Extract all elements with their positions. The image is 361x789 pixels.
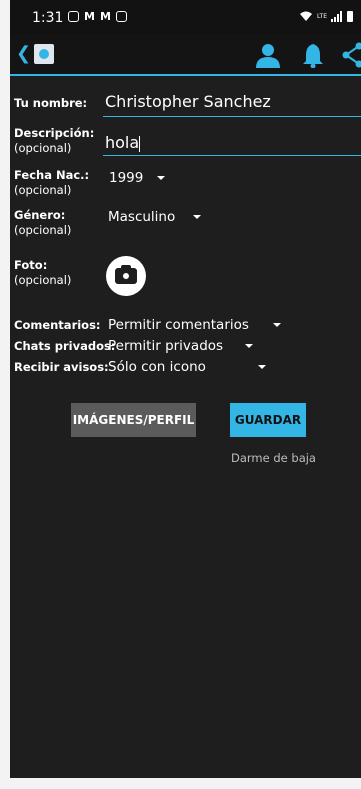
dropdown-caret-icon [272, 323, 281, 327]
gmail-icon: M [84, 10, 95, 23]
dropdown-caret-icon [245, 344, 254, 348]
dropdown-caret-icon [193, 215, 202, 219]
private-chats-label: Chats privados: [14, 339, 116, 353]
back-arrow-icon[interactable]: ❮ [16, 43, 31, 64]
comments-dropdown[interactable]: Permitir comentarios [108, 317, 281, 333]
profile-icon[interactable] [254, 42, 282, 68]
signal-icon [331, 11, 342, 22]
private-chats-dropdown[interactable]: Permitir privados [108, 338, 254, 354]
name-label: Tu nombre: [14, 96, 88, 110]
app-logo-icon [34, 44, 54, 64]
save-button[interactable]: GUARDAR [230, 403, 306, 437]
battery-icon [347, 11, 353, 22]
gender-label: Género: (opcional) [14, 208, 72, 237]
birth-year-dropdown[interactable]: 1999 [109, 170, 166, 186]
dropdown-caret-icon [257, 365, 266, 369]
image-icon [115, 11, 127, 22]
share-icon[interactable] [341, 42, 361, 68]
notifications-label: Recibir avisos: [14, 360, 109, 374]
birth-date-label: Fecha Nac.: (opcional) [14, 168, 90, 197]
description-label: Descripción: (opcional) [14, 126, 95, 155]
description-input-underline [103, 155, 361, 156]
comments-label: Comentarios: [14, 318, 101, 332]
wifi-icon [300, 11, 313, 21]
name-input-underline [103, 116, 361, 117]
unsubscribe-link[interactable]: Darme de baja [231, 451, 316, 465]
notification-icons: M M [68, 11, 127, 22]
notifications-bell-icon[interactable] [301, 42, 325, 68]
dropdown-caret-icon [157, 176, 166, 180]
photo-label: Foto: (opcional) [14, 258, 72, 287]
status-time: 1:31 [32, 10, 64, 26]
lte-label: LTE [317, 13, 327, 20]
text-cursor [139, 135, 141, 152]
instagram-icon [68, 11, 79, 22]
notifications-dropdown[interactable]: Sólo con icono [108, 359, 266, 375]
app-toolbar: ❮ [10, 34, 361, 76]
description-input[interactable]: hola [105, 133, 141, 152]
gmail-icon: M [99, 10, 111, 23]
camera-icon[interactable] [106, 256, 146, 296]
status-bar: 1:31 M M LTE [10, 0, 361, 34]
gender-dropdown[interactable]: Masculino [108, 209, 202, 225]
images-profile-button[interactable]: IMÁGENES/PERFIL [71, 403, 196, 437]
app-screen: 1:31 M M LTE ❮ Tu nombre: Christopher Sa… [10, 0, 361, 778]
system-icons: LTE [299, 11, 353, 22]
name-input[interactable]: Christopher Sanchez [105, 92, 271, 111]
